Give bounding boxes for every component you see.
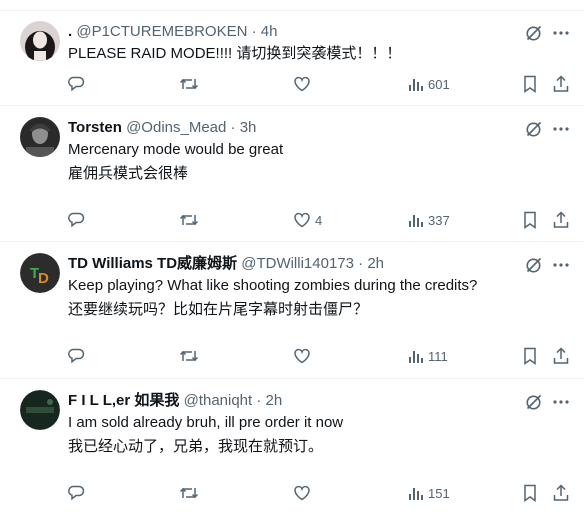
repost-button[interactable]	[179, 483, 203, 503]
views-count: 337	[428, 212, 450, 228]
heart-icon	[294, 212, 310, 228]
views-count: 601	[428, 76, 450, 92]
more-options-icon[interactable]	[551, 255, 571, 275]
share-icon	[553, 347, 569, 364]
display-name[interactable]: F I L L,er 如果我	[68, 392, 179, 409]
reply-button[interactable]	[67, 483, 89, 503]
tweet-text: I am sold already bruh, ill pre order it…	[68, 414, 344, 431]
separator-dot: ·	[256, 392, 262, 409]
tweet-text: 还要继续玩吗？比如在片尾字幕时射击僵尸？	[68, 301, 369, 318]
user-handle[interactable]: @thaniqht	[184, 392, 253, 409]
repost-button[interactable]	[179, 210, 203, 230]
bookmark-button[interactable]	[522, 210, 538, 230]
repost-icon	[179, 214, 199, 226]
share-button[interactable]	[552, 210, 570, 230]
heart-icon	[294, 348, 310, 364]
like-count: 4	[315, 212, 323, 228]
reply-icon	[68, 76, 85, 92]
svg-text:D: D	[38, 270, 49, 287]
timestamp[interactable]: 2h	[367, 255, 384, 272]
views-button[interactable]: 151	[408, 483, 450, 503]
tweet-text: 我已经心动了，兄弟，我现在就预订。	[68, 438, 324, 455]
display-name[interactable]: .	[68, 23, 72, 40]
share-icon	[553, 484, 569, 501]
views-button[interactable]: 111	[408, 346, 448, 366]
views-icon	[409, 79, 423, 91]
views-button[interactable]: 337	[408, 210, 450, 230]
tweet-header: Torsten @Odins_Mead · 3h	[68, 118, 256, 138]
grok-icon[interactable]	[524, 392, 544, 412]
separator-dot: ·	[251, 23, 257, 40]
more-options-icon[interactable]	[551, 23, 571, 43]
tweet-header: TD Williams TD威廉姆斯 @TDWilli140173 · 2h	[68, 254, 384, 274]
more-options-icon[interactable]	[551, 119, 571, 139]
like-button[interactable]	[293, 346, 315, 366]
reply-button[interactable]	[67, 346, 89, 366]
grok-icon[interactable]	[524, 23, 544, 43]
reply-button[interactable]	[67, 74, 89, 94]
reply-icon	[68, 212, 85, 228]
views-count: 111	[428, 348, 448, 364]
views-icon	[409, 488, 423, 500]
avatar[interactable]: T D	[20, 253, 60, 293]
heart-icon	[294, 485, 310, 501]
views-icon	[409, 351, 423, 363]
tweet[interactable]: F I L L,er 如果我 @thaniqht · 2h I am sold …	[0, 379, 584, 516]
grok-icon[interactable]	[524, 119, 544, 139]
avatar[interactable]	[20, 117, 60, 157]
like-button[interactable]	[293, 74, 315, 94]
display-name[interactable]: Torsten	[68, 119, 122, 136]
timestamp[interactable]: 4h	[261, 23, 278, 40]
bookmark-icon	[524, 75, 536, 93]
grok-icon[interactable]	[524, 255, 544, 275]
tweet-text: PLEASE RAID MODE!!!! 请切换到突袭模式！！！	[68, 45, 402, 62]
bookmark-icon	[524, 347, 536, 365]
tweet[interactable]: Torsten @Odins_Mead · 3h Mercenary mode …	[0, 106, 584, 242]
repost-icon	[179, 78, 199, 90]
separator-dot: ·	[230, 119, 236, 136]
repost-button[interactable]	[179, 74, 203, 94]
tweet-text: 雇佣兵模式会很棒	[68, 165, 189, 182]
tweet[interactable]: . @P1CTUREMEBROKEN · 4h PLEASE RAID MODE…	[0, 10, 584, 106]
timestamp[interactable]: 2h	[266, 392, 283, 409]
bookmark-button[interactable]	[522, 346, 538, 366]
share-icon	[553, 211, 569, 228]
like-button[interactable]	[293, 483, 315, 503]
reply-icon	[68, 485, 85, 501]
bookmark-icon	[524, 484, 536, 502]
bookmark-button[interactable]	[522, 74, 538, 94]
user-handle[interactable]: @Odins_Mead	[126, 119, 226, 136]
tweet-header: F I L L,er 如果我 @thaniqht · 2h	[68, 391, 282, 411]
views-button[interactable]: 601	[408, 74, 450, 94]
reply-button[interactable]	[67, 210, 89, 230]
views-count: 151	[428, 485, 450, 501]
display-name[interactable]: TD Williams TD威廉姆斯	[68, 255, 237, 272]
repost-icon	[179, 487, 199, 499]
timestamp[interactable]: 3h	[240, 119, 257, 136]
separator-dot: ·	[358, 255, 364, 272]
tweet[interactable]: T D TD Williams TD威廉姆斯 @TDWilli140173 · …	[0, 242, 584, 379]
share-button[interactable]	[552, 74, 570, 94]
share-icon	[553, 75, 569, 92]
views-icon	[409, 215, 423, 227]
share-button[interactable]	[552, 346, 570, 366]
repost-icon	[179, 350, 199, 362]
repost-button[interactable]	[179, 346, 203, 366]
tweet-text: Keep playing? What like shooting zombies…	[68, 277, 478, 294]
user-handle[interactable]: @P1CTUREMEBROKEN	[76, 23, 247, 40]
more-options-icon[interactable]	[551, 392, 571, 412]
bookmark-button[interactable]	[522, 483, 538, 503]
avatar[interactable]	[20, 21, 60, 61]
share-button[interactable]	[552, 483, 570, 503]
like-button[interactable]: 4	[293, 210, 322, 230]
bookmark-icon	[524, 211, 536, 229]
user-handle[interactable]: @TDWilli140173	[241, 255, 354, 272]
heart-icon	[294, 76, 310, 92]
avatar[interactable]	[20, 390, 60, 430]
tweet-text: Mercenary mode would be great	[68, 141, 284, 158]
reply-icon	[68, 348, 85, 364]
tweet-header: . @P1CTUREMEBROKEN · 4h	[68, 22, 277, 42]
